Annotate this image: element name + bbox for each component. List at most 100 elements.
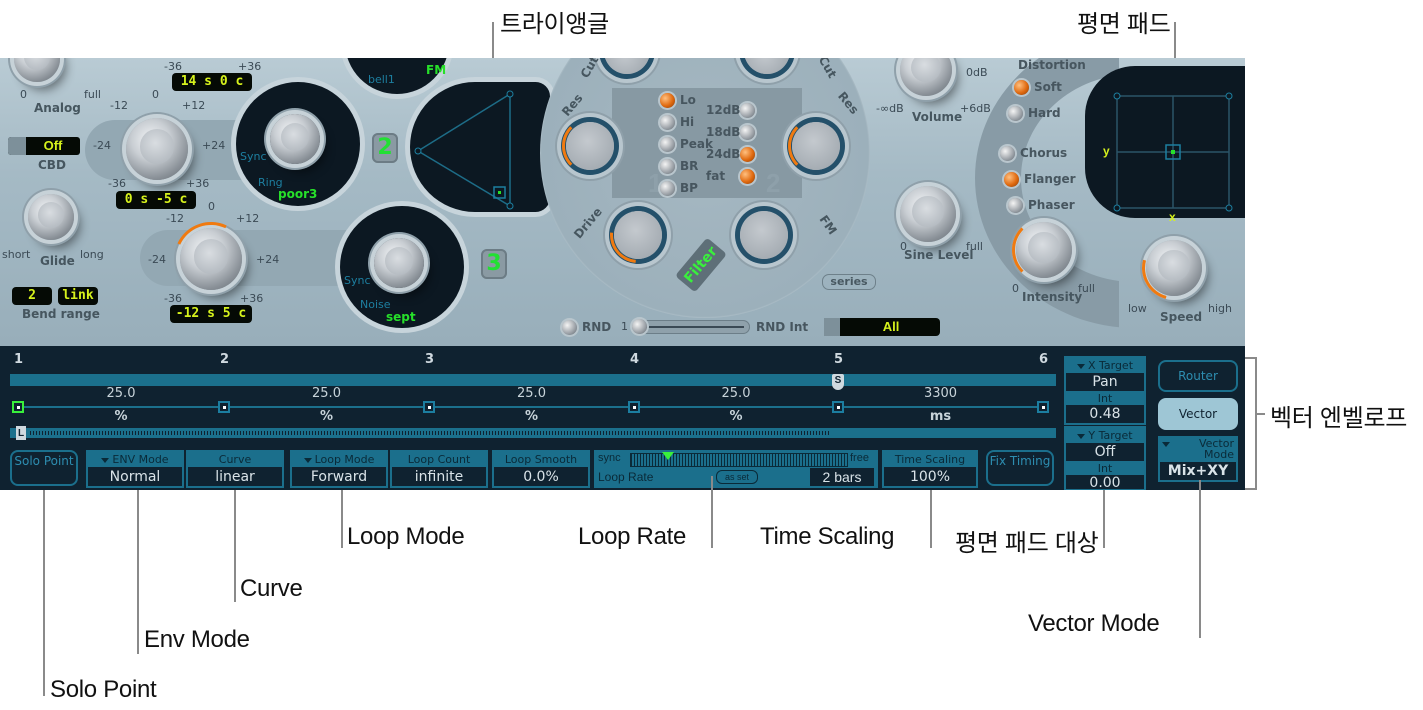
envelope-point[interactable] (628, 401, 640, 413)
segment-time-value[interactable]: 25.0 (502, 386, 562, 401)
osc3-tune-display: -12 s 5 c (170, 305, 252, 323)
osc2-waveform-knob[interactable] (270, 114, 320, 164)
timeline-number: 5 (834, 352, 844, 367)
sustain-marker[interactable]: S (832, 374, 844, 390)
filter1-type-button[interactable] (660, 115, 675, 130)
loop-rate-as-set-button[interactable]: as set (716, 470, 758, 484)
planar-pad-y-label: y (1103, 144, 1110, 158)
curve-label: Curve (188, 452, 282, 467)
y-target-int-value: 0.00 (1089, 475, 1121, 490)
filter1-type-button[interactable] (660, 93, 675, 108)
distortion-button[interactable] (1008, 106, 1023, 121)
triangle-display[interactable] (410, 82, 550, 212)
filter1-type-button[interactable] (660, 181, 675, 196)
filter2-slope-button[interactable] (740, 103, 755, 118)
segment-time-value[interactable]: 25.0 (91, 386, 151, 401)
distortion-label: Hard (1028, 106, 1061, 120)
filter1-type-label: Lo (680, 93, 696, 107)
rnd-int-label: RND Int (756, 320, 809, 334)
y-target-label: Y Target (1088, 429, 1133, 442)
bracket-mid (1255, 413, 1265, 415)
analog-label: Analog (34, 101, 81, 115)
loop-count-control[interactable]: Loop Count infinite (390, 450, 488, 488)
rnd-button[interactable] (562, 320, 577, 335)
cbd-value: Off (43, 138, 63, 153)
segment-time-value[interactable]: 25.0 (706, 386, 766, 401)
loop-mode-control[interactable]: Loop Mode Forward (290, 450, 388, 488)
x-target-control[interactable]: X Target Pan (1064, 356, 1146, 391)
filter1-type-button[interactable] (660, 137, 675, 152)
router-button[interactable]: Router (1158, 360, 1238, 392)
callout-line-loop-mode (341, 490, 343, 548)
distortion-label: Distortion (1018, 58, 1086, 72)
effect-button[interactable] (1004, 172, 1019, 187)
fix-timing-button[interactable]: Fix Timing (986, 450, 1054, 486)
volume-knob[interactable] (900, 58, 952, 96)
loop-rate-slider-thumb[interactable] (661, 452, 674, 460)
envelope-point[interactable] (423, 401, 435, 413)
bend-range-down[interactable]: link (58, 287, 98, 305)
effect-button[interactable] (1008, 198, 1023, 213)
vector-button[interactable]: Vector (1158, 398, 1238, 430)
series-button[interactable]: series (822, 274, 876, 290)
planar-pad[interactable]: y x (1085, 66, 1245, 224)
effect-button[interactable] (1000, 146, 1015, 161)
rnd-slider-track[interactable] (632, 319, 750, 334)
loop-rate-slider[interactable] (630, 452, 848, 467)
solo-point-button[interactable]: Solo Point (10, 450, 78, 486)
callout-line-curve (234, 490, 236, 602)
distortion-button[interactable] (1014, 80, 1029, 95)
loop-smooth-control[interactable]: Loop Smooth 0.0% (492, 450, 590, 488)
callout-planar-pad-target: 평면 패드 대상 (955, 530, 1099, 557)
time-scaling-control[interactable]: Time Scaling 100% (882, 450, 978, 488)
filter1-type-button[interactable] (660, 159, 675, 174)
filter2-slope-label: 18dB (706, 125, 741, 139)
callout-triangle: 트라이앵글 (500, 11, 609, 38)
bend-range-up[interactable]: 2 (12, 287, 52, 305)
rnd-slider-thumb[interactable] (632, 319, 647, 334)
glide-max: long (80, 248, 104, 261)
x-target-int-control[interactable]: Int 0.48 (1064, 391, 1146, 425)
cbd-dropdown[interactable]: Off (8, 137, 80, 155)
filter2-slope-label: 24dB (706, 147, 741, 161)
callout-line-vector-mode (1199, 480, 1201, 638)
rnd-label: RND (582, 320, 612, 334)
envelope-point[interactable] (832, 401, 844, 413)
callout-loop-mode: Loop Mode (347, 523, 465, 550)
osc3-sync-label: Sync (344, 274, 371, 287)
osc2-tick-0: 0 (152, 88, 159, 101)
filter2-fm-knob[interactable] (740, 211, 788, 259)
osc3-on-off-button[interactable]: 3 (481, 249, 507, 279)
vector-mode-control[interactable]: Vector Mode Mix+XY (1158, 436, 1238, 482)
y-target-int-control[interactable]: Int 0.00 (1064, 461, 1146, 490)
osc3-wave-value: sept (386, 310, 416, 324)
callout-vector-envelope: 벡터 엔벨로프 (1270, 405, 1408, 432)
y-target-int-label: Int (1066, 463, 1144, 475)
filter2-slope-button[interactable] (740, 125, 755, 140)
envelope-point[interactable] (12, 401, 24, 413)
osc2-on-off-button[interactable]: 2 (372, 133, 398, 163)
envelope-point[interactable] (1037, 401, 1049, 413)
effect-label: Phaser (1028, 198, 1075, 212)
env-mode-control[interactable]: ENV Mode Normal (86, 450, 184, 488)
filter2-number: 2 (766, 168, 781, 198)
speed-arc (1130, 224, 1218, 312)
curve-control[interactable]: Curve linear (186, 450, 284, 488)
vector-mode-label: Vector Mode (1198, 438, 1234, 461)
segment-time-value[interactable]: 3300 (911, 386, 971, 401)
glide-knob[interactable] (28, 194, 74, 240)
loop-marker[interactable]: L (16, 426, 26, 440)
volume-max: +6dB (960, 102, 991, 115)
filter2-slope-button[interactable] (740, 147, 755, 162)
filter2-slope-button[interactable] (740, 169, 755, 184)
envelope-point[interactable] (218, 401, 230, 413)
segment-unit: % (729, 409, 743, 424)
sine-level-knob[interactable] (900, 186, 956, 242)
segment-time-value[interactable]: 25.0 (297, 386, 357, 401)
y-target-control[interactable]: Y Target Off (1064, 426, 1146, 461)
osc2-tune-knob[interactable] (126, 118, 188, 180)
analog-knob[interactable] (14, 58, 60, 82)
rnd-target-dropdown[interactable]: All (824, 318, 940, 336)
osc3-waveform-knob[interactable] (374, 238, 424, 288)
effect-label: Flanger (1024, 172, 1076, 186)
